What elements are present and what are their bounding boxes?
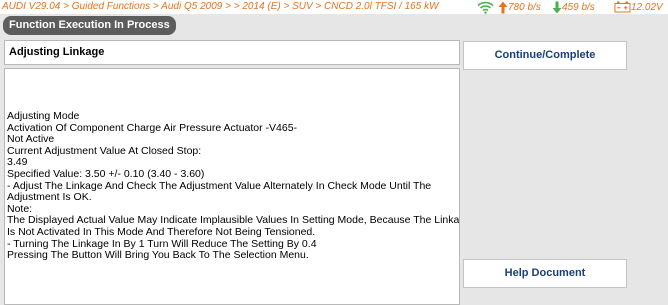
wifi-icon [477, 1, 494, 14]
top-status-bar: AUDI V29.04 > Guided Functions > Audi Q5… [0, 0, 668, 14]
wifi-status [477, 0, 494, 14]
upload-status: 780 b/s [498, 0, 541, 14]
arrow-up-icon [498, 1, 508, 13]
function-status-pill: Function Execution In Process [3, 16, 176, 35]
instructions-panel[interactable]: Adjusting Mode Activation Of Component C… [4, 68, 460, 305]
instruction-line: Pressing The Button Will Bring You Back … [7, 249, 309, 262]
instruction-line: Current Adjustment Value At Closed Stop: [7, 144, 202, 157]
instructions-text: Adjusting Mode Activation Of Component C… [7, 110, 459, 262]
instruction-line: Activation Of Component Charge Air Press… [7, 121, 298, 134]
instruction-line: Adjusting Mode [7, 110, 80, 122]
download-status: 459 b/s [552, 0, 595, 14]
breadcrumb: AUDI V29.04 > Guided Functions > Audi Q5… [2, 1, 439, 12]
battery-status: 12.02V [614, 0, 663, 14]
download-speed: 459 b/s [562, 1, 595, 13]
arrow-down-icon [552, 1, 562, 13]
panel-title-box: Adjusting Linkage [4, 40, 460, 65]
battery-icon [614, 1, 631, 13]
panel-title: Adjusting Linkage [9, 46, 105, 58]
battery-voltage: 12.02V [631, 1, 663, 13]
instruction-line: Is Not Activated In This Mode And Theref… [7, 225, 316, 238]
instruction-line: Adjustment Is OK. [7, 191, 92, 204]
upload-speed: 780 b/s [508, 1, 541, 13]
continue-complete-button[interactable]: Continue/Complete [463, 41, 627, 70]
help-document-button[interactable]: Help Document [463, 259, 627, 288]
instruction-line: Specified Value: 3.50 +/- 0.10 (3.40 - 3… [7, 167, 205, 180]
